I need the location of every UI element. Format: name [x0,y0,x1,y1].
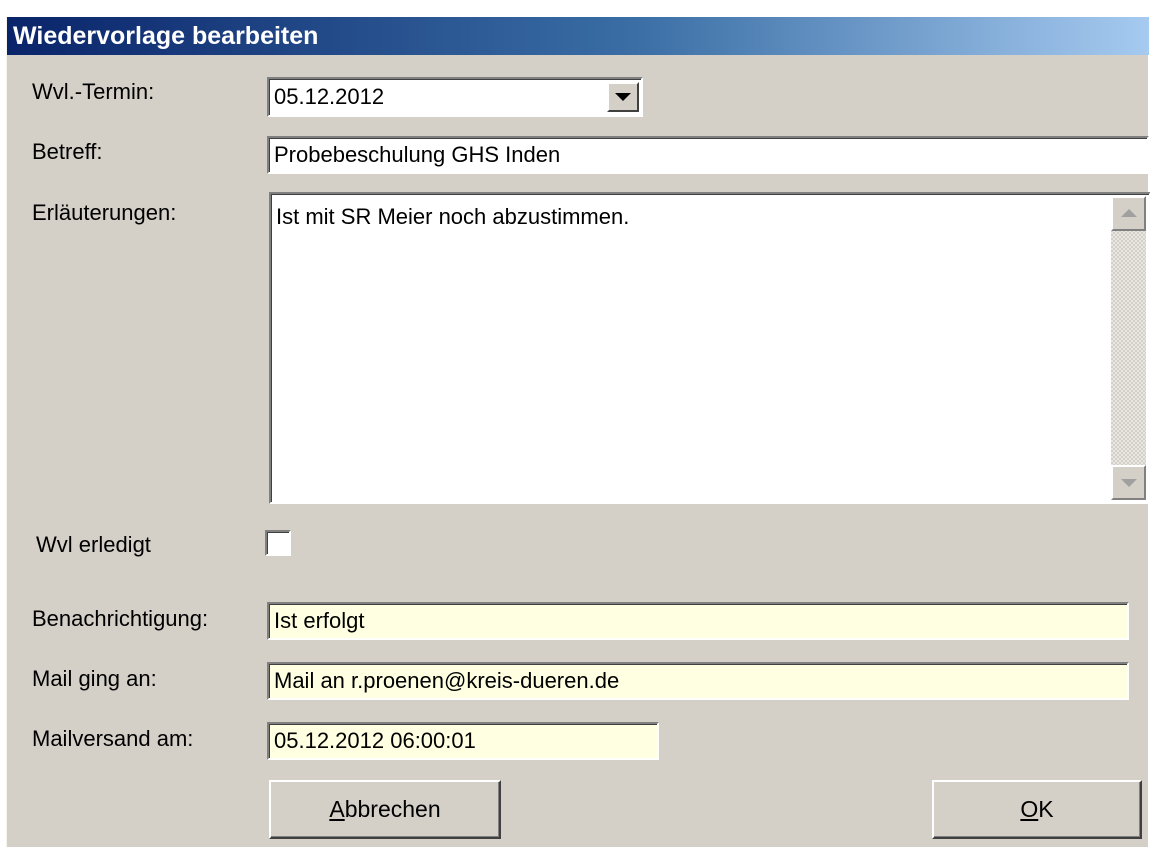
betreff-input[interactable]: Probebeschulung GHS Inden [267,136,1149,174]
dialog-title-bar: Wiedervorlage bearbeiten [7,17,1149,55]
benachrichtigung-label: Benachrichtigung: [32,606,209,631]
ok-button[interactable]: OK [932,780,1142,839]
benachrichtigung-field: Ist erfolgt [267,602,1129,640]
chevron-down-icon [615,93,631,101]
termin-date-picker[interactable]: 05.12.2012 [267,77,643,117]
benachrichtigung-value: Ist erfolgt [274,608,365,633]
mail-an-label: Mail ging an: [32,666,157,691]
mailversand-label: Mailversand am: [32,726,194,751]
scroll-down-arrow-icon [1121,479,1137,487]
cancel-button-label: Abbrechen [329,796,441,822]
scroll-up-arrow-icon [1121,209,1137,217]
ok-button-label: OK [1020,796,1054,822]
vertical-scrollbar[interactable] [1111,196,1146,500]
termin-dropdown-button[interactable] [607,82,639,112]
scroll-down-button[interactable] [1111,465,1146,500]
termin-label: Wvl.-Termin: [32,79,155,104]
betreff-label: Betreff: [32,139,103,164]
erlaeuterungen-textarea[interactable]: Ist mit SR Meier noch abzustimmen. [269,192,1150,504]
erledigt-label: Wvl erledigt [36,532,151,557]
edit-reminder-dialog: Wiedervorlage bearbeiten Wvl.-Termin: 05… [6,17,1150,847]
dialog-title: Wiedervorlage bearbeiten [13,22,319,50]
mailversand-field: 05.12.2012 06:00:01 [267,722,659,760]
mail-an-field: Mail an r.proenen@kreis-dueren.de [267,662,1129,700]
scroll-up-button[interactable] [1111,196,1146,231]
erlaeuterungen-label: Erläuterungen: [32,200,177,225]
erledigt-checkbox[interactable] [265,530,291,556]
cancel-button[interactable]: Abbrechen [269,780,501,839]
termin-value: 05.12.2012 [274,84,385,109]
mail-an-value: Mail an r.proenen@kreis-dueren.de [274,668,620,693]
erlaeuterungen-value: Ist mit SR Meier noch abzustimmen. [276,204,630,229]
mailversand-value: 05.12.2012 06:00:01 [274,728,476,753]
betreff-value: Probebeschulung GHS Inden [274,142,561,167]
